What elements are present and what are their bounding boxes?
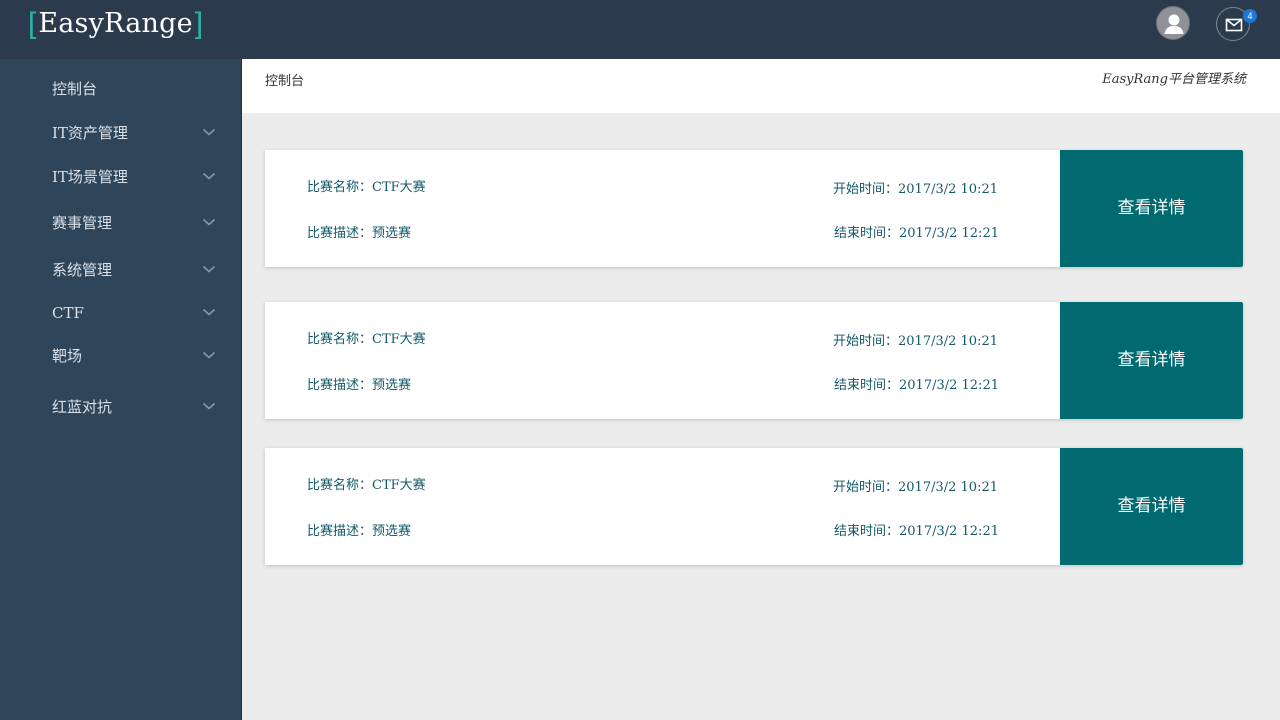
competition-description: 比赛描述：预选赛 bbox=[307, 226, 412, 241]
chevron-down-icon bbox=[202, 308, 216, 316]
breadcrumb[interactable]: 控制台 bbox=[265, 59, 304, 105]
sidebar-item-label: 控制台 bbox=[52, 80, 98, 98]
sidebar-item-range[interactable]: 靶场 bbox=[0, 336, 241, 376]
logo-bracket-right: ] bbox=[194, 7, 204, 40]
competition-start-time: 开始时间：2017/3/2 10:21 bbox=[833, 182, 998, 197]
notification-badge: 4 bbox=[1243, 9, 1257, 23]
sidebar-item-label: IT场景管理 bbox=[52, 168, 128, 186]
competition-card: 比赛名称：CTF大赛 比赛描述：预选赛 开始时间：2017/3/2 10:21 … bbox=[265, 448, 1243, 565]
sidebar-item-system[interactable]: 系统管理 bbox=[0, 250, 241, 290]
competition-end-time: 结束时间：2017/3/2 12:21 bbox=[834, 378, 999, 393]
chevron-down-icon bbox=[202, 128, 216, 136]
competition-name: 比赛名称：CTF大赛 bbox=[307, 478, 426, 493]
top-bar: [ EasyRange ] 4 bbox=[0, 0, 1280, 59]
logo[interactable]: [ EasyRange ] bbox=[28, 8, 203, 40]
view-details-button[interactable]: 查看详情 bbox=[1060, 448, 1243, 565]
sidebar-item-label: 靶场 bbox=[52, 347, 83, 365]
sidebar-item-label: 赛事管理 bbox=[52, 214, 113, 232]
competition-card: 比赛名称：CTF大赛 比赛描述：预选赛 开始时间：2017/3/2 10:21 … bbox=[265, 150, 1243, 267]
competition-name: 比赛名称：CTF大赛 bbox=[307, 332, 426, 347]
sidebar-item-label: IT资产管理 bbox=[52, 124, 128, 142]
chevron-down-icon bbox=[202, 402, 216, 410]
breadcrumb-bar: 控制台 EasyRang平台管理系统 bbox=[242, 59, 1280, 113]
logo-bracket-left: [ bbox=[28, 7, 37, 40]
competition-card: 比赛名称：CTF大赛 比赛描述：预选赛 开始时间：2017/3/2 10:21 … bbox=[265, 302, 1243, 419]
sidebar-item-label: CTF bbox=[52, 304, 84, 322]
sidebar-item-events[interactable]: 赛事管理 bbox=[0, 203, 241, 243]
competition-description: 比赛描述：预选赛 bbox=[307, 378, 412, 393]
view-details-button[interactable]: 查看详情 bbox=[1060, 150, 1243, 267]
competition-start-time: 开始时间：2017/3/2 10:21 bbox=[833, 334, 998, 349]
sidebar-item-label: 系统管理 bbox=[52, 261, 113, 279]
sidebar-item-it-scenes[interactable]: IT场景管理 bbox=[0, 157, 241, 197]
sidebar-item-dashboard[interactable]: 控制台 bbox=[0, 69, 241, 109]
user-avatar-button[interactable] bbox=[1156, 6, 1190, 40]
competition-description: 比赛描述：预选赛 bbox=[307, 524, 412, 539]
competition-end-time: 结束时间：2017/3/2 12:21 bbox=[834, 524, 999, 539]
competition-end-time: 结束时间：2017/3/2 12:21 bbox=[834, 226, 999, 241]
sidebar-item-label: 红蓝对抗 bbox=[52, 398, 113, 416]
sidebar: 控制台 IT资产管理 IT场景管理 赛事管理 系统管理 CTF 靶场 红蓝对抗 bbox=[0, 59, 242, 720]
competition-start-time: 开始时间：2017/3/2 10:21 bbox=[833, 480, 998, 495]
system-name: EasyRang平台管理系统 bbox=[1102, 72, 1246, 87]
view-details-button[interactable]: 查看详情 bbox=[1060, 302, 1243, 419]
chevron-down-icon bbox=[202, 172, 216, 180]
user-icon bbox=[1164, 14, 1184, 34]
sidebar-item-ctf[interactable]: CTF bbox=[0, 293, 241, 333]
competition-name: 比赛名称：CTF大赛 bbox=[307, 180, 426, 195]
sidebar-item-it-assets[interactable]: IT资产管理 bbox=[0, 113, 241, 153]
chevron-down-icon bbox=[202, 265, 216, 273]
chevron-down-icon bbox=[202, 351, 216, 359]
logo-text: EasyRange bbox=[38, 8, 193, 39]
chevron-down-icon bbox=[202, 218, 216, 226]
sidebar-item-red-blue[interactable]: 红蓝对抗 bbox=[0, 387, 241, 427]
